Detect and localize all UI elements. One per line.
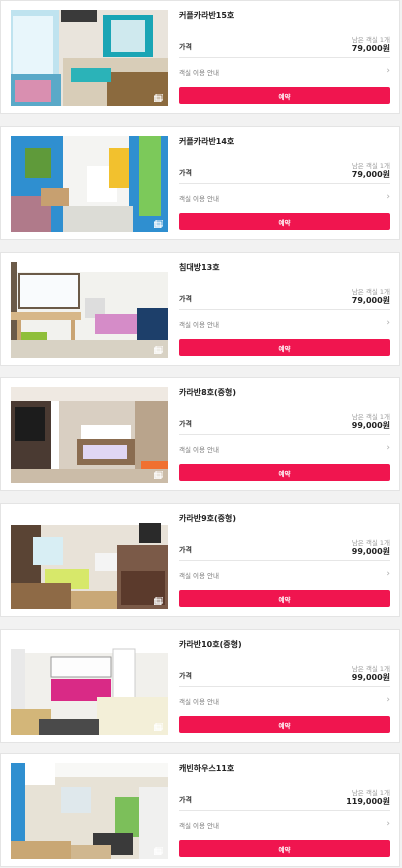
gallery-icon [154, 346, 163, 354]
divider [179, 810, 390, 811]
divider [179, 183, 390, 184]
divider [179, 686, 390, 687]
price-label: 가격 [179, 169, 192, 177]
room-name: 카라반9호(중형) [179, 514, 237, 523]
room-guide-link[interactable]: 객실 이용 안내 › [179, 568, 390, 580]
room-name: 카라반8호(중형) [179, 388, 237, 397]
room-name: 침대방13호 [179, 263, 220, 272]
book-button[interactable]: 예약 [179, 840, 390, 857]
gallery-icon [154, 723, 163, 731]
room-photo[interactable] [11, 387, 168, 483]
room-card: 침대방13호 남은 객실 1개 가격 79,000원 객실 이용 안내 › 예약 [0, 252, 400, 366]
room-photo[interactable] [11, 10, 168, 106]
room-guide-label: 객실 이용 안내 [179, 822, 220, 830]
divider [179, 309, 390, 310]
room-info: 침대방13호 남은 객실 1개 가격 79,000원 객실 이용 안내 › 예약 [179, 253, 390, 367]
room-guide-link[interactable]: 객실 이용 안내 › [179, 317, 390, 329]
book-button[interactable]: 예약 [179, 87, 390, 104]
book-button[interactable]: 예약 [179, 213, 390, 230]
room-price: 79,000원 [351, 170, 390, 179]
room-price: 79,000원 [351, 44, 390, 53]
book-button[interactable]: 예약 [179, 590, 390, 607]
room-card: 카라반8호(중형) 남은 객실 1개 가격 99,000원 객실 이용 안내 ›… [0, 377, 400, 491]
room-info: 카라반9호(중형) 남은 객실 1개 가격 99,000원 객실 이용 안내 ›… [179, 504, 390, 618]
room-info: 카라반8호(중형) 남은 객실 1개 가격 99,000원 객실 이용 안내 ›… [179, 378, 390, 492]
room-name: 커플카라반15호 [179, 11, 235, 20]
room-photo[interactable] [11, 513, 168, 609]
room-price: 119,000원 [346, 797, 390, 806]
price-label: 가격 [179, 546, 192, 554]
book-button[interactable]: 예약 [179, 339, 390, 356]
room-name: 카라반10호(중형) [179, 640, 242, 649]
book-button[interactable]: 예약 [179, 464, 390, 481]
room-photo[interactable] [11, 136, 168, 232]
price-label: 가격 [179, 43, 192, 51]
room-guide-label: 객실 이용 안내 [179, 69, 220, 77]
chevron-right-icon: › [386, 318, 390, 328]
gallery-icon [154, 94, 163, 102]
room-card: 커플카라반15호 남은 객실 1개 가격 79,000원 객실 이용 안내 › … [0, 0, 400, 114]
price-label: 가격 [179, 796, 192, 804]
chevron-right-icon: › [386, 695, 390, 705]
room-guide-label: 객실 이용 안내 [179, 446, 220, 454]
room-guide-label: 객실 이용 안내 [179, 195, 220, 203]
room-name: 커플카라반14호 [179, 137, 235, 146]
room-card: 카라반10호(중형) 남은 객실 1개 가격 99,000원 객실 이용 안내 … [0, 629, 400, 743]
room-card: 캐빈하우스11호 남은 객실 1개 가격 119,000원 객실 이용 안내 ›… [0, 753, 400, 867]
room-guide-link[interactable]: 객실 이용 안내 › [179, 694, 390, 706]
room-guide-link[interactable]: 객실 이용 안내 › [179, 65, 390, 77]
gallery-icon [154, 597, 163, 605]
chevron-right-icon: › [386, 819, 390, 829]
divider [179, 434, 390, 435]
gallery-icon [154, 847, 163, 855]
room-price: 99,000원 [351, 673, 390, 682]
book-button[interactable]: 예약 [179, 716, 390, 733]
price-label: 가격 [179, 420, 192, 428]
divider [179, 57, 390, 58]
room-card: 카라반9호(중형) 남은 객실 1개 가격 99,000원 객실 이용 안내 ›… [0, 503, 400, 617]
room-price: 79,000원 [351, 296, 390, 305]
room-photo[interactable] [11, 262, 168, 358]
room-guide-label: 객실 이용 안내 [179, 321, 220, 329]
room-guide-link[interactable]: 객실 이용 안내 › [179, 442, 390, 454]
gallery-icon [154, 471, 163, 479]
chevron-right-icon: › [386, 66, 390, 76]
room-price: 99,000원 [351, 421, 390, 430]
chevron-right-icon: › [386, 569, 390, 579]
room-photo[interactable] [11, 639, 168, 735]
gallery-icon [154, 220, 163, 228]
room-price: 99,000원 [351, 547, 390, 556]
room-info: 카라반10호(중형) 남은 객실 1개 가격 99,000원 객실 이용 안내 … [179, 630, 390, 744]
room-guide-label: 객실 이용 안내 [179, 572, 220, 580]
price-label: 가격 [179, 295, 192, 303]
room-guide-link[interactable]: 객실 이용 안내 › [179, 818, 390, 830]
divider [179, 560, 390, 561]
room-info: 커플카라반15호 남은 객실 1개 가격 79,000원 객실 이용 안내 › … [179, 1, 390, 115]
room-info: 캐빈하우스11호 남은 객실 1개 가격 119,000원 객실 이용 안내 ›… [179, 754, 390, 868]
price-label: 가격 [179, 672, 192, 680]
room-name: 캐빈하우스11호 [179, 764, 235, 773]
chevron-right-icon: › [386, 192, 390, 202]
chevron-right-icon: › [386, 443, 390, 453]
room-photo[interactable] [11, 763, 168, 859]
room-guide-label: 객실 이용 안내 [179, 698, 220, 706]
room-guide-link[interactable]: 객실 이용 안내 › [179, 191, 390, 203]
room-card: 커플카라반14호 남은 객실 1개 가격 79,000원 객실 이용 안내 › … [0, 126, 400, 240]
room-info: 커플카라반14호 남은 객실 1개 가격 79,000원 객실 이용 안내 › … [179, 127, 390, 241]
